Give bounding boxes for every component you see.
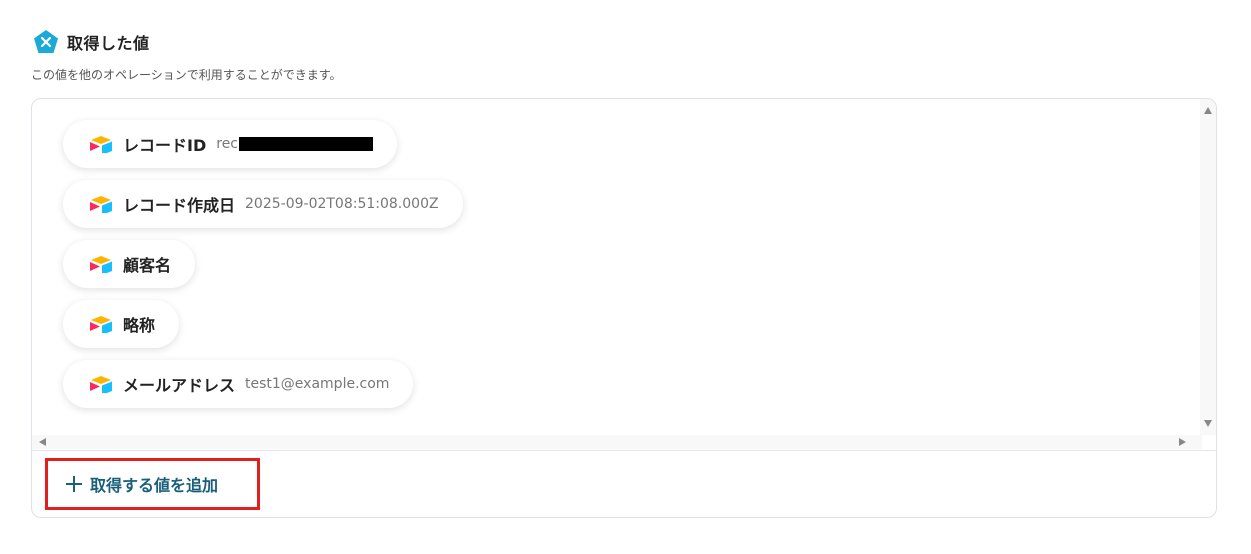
airtable-icon [90,196,112,213]
add-value-label: 取得する値を追加 [90,476,219,495]
value-chip-customer-name[interactable]: 顧客名 [63,240,196,288]
value-chip-record-id[interactable]: レコードID rec [63,120,398,168]
scroll-right-icon[interactable] [1179,438,1186,446]
value-chip-abbreviation[interactable]: 略称 [63,300,180,348]
page-subtitle: この値を他のオペレーションで利用することができます。 [31,68,342,82]
field-label: 顧客名 [123,256,172,275]
vertical-scrollbar[interactable] [1200,99,1216,435]
scroll-down-icon[interactable] [1204,420,1212,427]
scroll-left-icon[interactable] [39,438,46,446]
x-pentagon-logo-icon [34,30,58,53]
field-value: test1@example.com [245,376,390,392]
horizontal-scrollbar[interactable] [32,435,1202,449]
airtable-icon [90,256,112,273]
field-label: 略称 [123,316,156,335]
plus-icon [66,476,82,492]
airtable-icon [90,316,112,333]
airtable-icon [90,136,112,153]
value-chip-record-created[interactable]: レコード作成日 2025-09-02T08:51:08.000Z [63,180,463,228]
fetched-values-panel: レコードID rec レコード作成日 2025-09-02T08:51:08.0… [31,98,1217,518]
add-value-button[interactable]: 取得する値を追加 [45,458,260,510]
field-value: 2025-09-02T08:51:08.000Z [245,196,439,212]
scroll-up-icon[interactable] [1204,107,1212,114]
field-label: メールアドレス [123,376,236,395]
airtable-icon [90,376,112,393]
field-label: レコード作成日 [123,196,236,215]
redacted-block [239,137,374,151]
field-label: レコードID [123,136,207,155]
page-title: 取得した値 [67,34,150,53]
divider [32,450,1216,451]
value-chip-email[interactable]: メールアドレス test1@example.com [63,360,414,408]
header: 取得した値 [33,29,150,55]
field-value: rec [216,136,239,152]
value-list: レコードID rec レコード作成日 2025-09-02T08:51:08.0… [32,99,1202,435]
